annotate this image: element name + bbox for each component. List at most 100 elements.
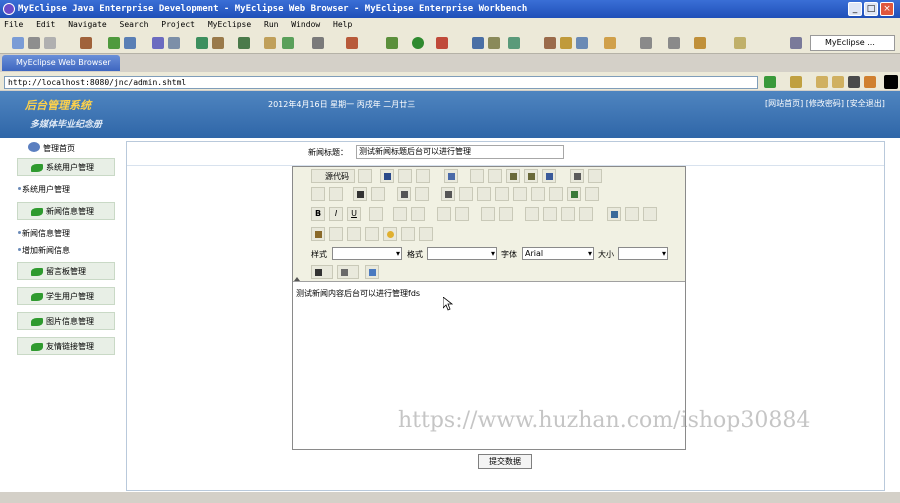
tools-dropdown-icon[interactable] (790, 76, 802, 88)
font-select[interactable]: Arial (522, 247, 594, 260)
menu-file[interactable]: File (4, 20, 23, 29)
save-doc-icon[interactable] (380, 169, 394, 183)
menu-myeclipse[interactable]: MyEclipse (208, 20, 251, 29)
browser-back-icon[interactable] (816, 76, 828, 88)
tab-web-browser[interactable]: MyEclipse Web Browser (2, 55, 120, 71)
paste-word-icon[interactable] (542, 169, 556, 183)
wizard-icon[interactable] (196, 37, 208, 49)
camera-icon[interactable] (312, 37, 324, 49)
globe-icon[interactable] (238, 37, 250, 49)
textfield-icon[interactable] (495, 187, 509, 201)
cut-icon[interactable] (470, 169, 484, 183)
superscript-icon[interactable] (411, 207, 425, 221)
minimize-button[interactable]: _ (848, 2, 862, 16)
editor-content[interactable]: 测试新闻内容后台可以进行管理fds (296, 288, 420, 299)
sidebar-group-system-users[interactable]: 系统用户管理 (17, 158, 115, 176)
horizontal-rule-icon[interactable] (365, 227, 379, 241)
browser-forward-icon[interactable] (832, 76, 844, 88)
refresh-icon[interactable] (282, 37, 294, 49)
go-icon[interactable] (764, 76, 776, 88)
insert-table-icon[interactable] (347, 227, 361, 241)
new-page-icon[interactable] (398, 169, 412, 183)
strikethrough-icon[interactable] (369, 207, 383, 221)
build-icon[interactable] (108, 37, 120, 49)
menu-help[interactable]: Help (333, 20, 352, 29)
remove-format-icon[interactable] (415, 187, 429, 201)
special-char-icon[interactable] (401, 227, 415, 241)
copy-icon[interactable] (488, 169, 502, 183)
outdent-icon[interactable] (481, 207, 495, 221)
ordered-list-icon[interactable] (437, 207, 451, 221)
close-button[interactable]: × (880, 2, 894, 16)
sidebar-group-images[interactable]: 图片信息管理 (17, 312, 115, 330)
underline-icon[interactable]: U (347, 207, 361, 221)
align-justify-icon[interactable] (579, 207, 593, 221)
spellcheck-icon[interactable] (588, 169, 602, 183)
subscript-icon[interactable] (393, 207, 407, 221)
menu-navigate[interactable]: Navigate (68, 20, 107, 29)
next-annotation-icon[interactable] (640, 37, 652, 49)
menu-run[interactable]: Run (264, 20, 278, 29)
submit-button[interactable]: 提交数据 (478, 454, 532, 469)
debug-icon[interactable] (386, 37, 398, 49)
open-type-icon[interactable] (212, 37, 224, 49)
new-file-icon[interactable] (12, 37, 24, 49)
open-perspective-icon[interactable] (790, 37, 802, 49)
page-break-icon[interactable] (419, 227, 433, 241)
indent-icon[interactable] (499, 207, 513, 221)
select-field-icon[interactable] (531, 187, 545, 201)
insert-flash-icon[interactable] (329, 227, 343, 241)
edit-icon[interactable] (604, 37, 616, 49)
source-code-button[interactable]: 源代码 (311, 169, 355, 183)
sidebar-group-guestbook[interactable]: 留言板管理 (17, 262, 115, 280)
paste-text-icon[interactable] (524, 169, 538, 183)
save-icon[interactable] (28, 37, 40, 49)
news-title-input[interactable]: 测试新闻标题后台可以进行管理 (356, 145, 564, 159)
align-center-icon[interactable] (543, 207, 557, 221)
sidebar-item-add-news[interactable]: 增加新闻信息 (18, 245, 70, 256)
italic-icon[interactable]: I (329, 207, 343, 221)
template-icon[interactable] (444, 169, 458, 183)
text-color-icon[interactable] (311, 265, 333, 279)
run-icon[interactable] (412, 37, 424, 49)
search-icon[interactable] (488, 37, 500, 49)
external-tools-icon[interactable] (436, 37, 448, 49)
format-select[interactable] (427, 247, 497, 260)
form-icon[interactable] (441, 187, 455, 201)
textarea-icon[interactable] (513, 187, 527, 201)
button-field-icon[interactable] (549, 187, 563, 201)
anchor-icon[interactable] (643, 207, 657, 221)
redo-icon[interactable] (329, 187, 343, 201)
sidebar-group-news[interactable]: 新闻信息管理 (17, 202, 115, 220)
perspective-switcher[interactable]: MyEclipse ... (810, 35, 895, 51)
sidebar-group-links[interactable]: 友情链接管理 (17, 337, 115, 355)
sidebar-group-students[interactable]: 学生用户管理 (17, 287, 115, 305)
sidebar-item-system-users[interactable]: 系统用户管理 (18, 184, 70, 195)
open-task-icon[interactable] (472, 37, 484, 49)
remove-link-icon[interactable] (625, 207, 639, 221)
maximize-button[interactable]: □ (864, 2, 878, 16)
select-all-icon[interactable] (397, 187, 411, 201)
about-icon[interactable] (365, 265, 379, 279)
radio-icon[interactable] (477, 187, 491, 201)
size-select[interactable] (618, 247, 668, 260)
align-left-icon[interactable] (525, 207, 539, 221)
save-all-icon[interactable] (44, 37, 56, 49)
undo-icon[interactable] (311, 187, 325, 201)
stop-icon[interactable] (848, 76, 860, 88)
paste-icon[interactable] (506, 169, 520, 183)
preview-icon[interactable] (358, 169, 372, 183)
hidden-field-icon[interactable] (585, 187, 599, 201)
insert-image-icon[interactable] (311, 227, 325, 241)
sidebar-home-link[interactable]: 管理首页 (43, 143, 75, 154)
bg-color-icon[interactable] (337, 265, 359, 279)
web-icon[interactable] (168, 37, 180, 49)
url-input[interactable]: http://localhost:8080/jnc/admin.shtml (4, 76, 758, 89)
sidebar-item-news-manage[interactable]: 新闻信息管理 (18, 228, 70, 239)
style-select[interactable] (332, 247, 402, 260)
package-icon[interactable] (80, 37, 92, 49)
checkbox-icon[interactable] (459, 187, 473, 201)
replace-icon[interactable] (371, 187, 385, 201)
tool-icon[interactable] (346, 37, 358, 49)
bold-icon[interactable]: B (311, 207, 325, 221)
